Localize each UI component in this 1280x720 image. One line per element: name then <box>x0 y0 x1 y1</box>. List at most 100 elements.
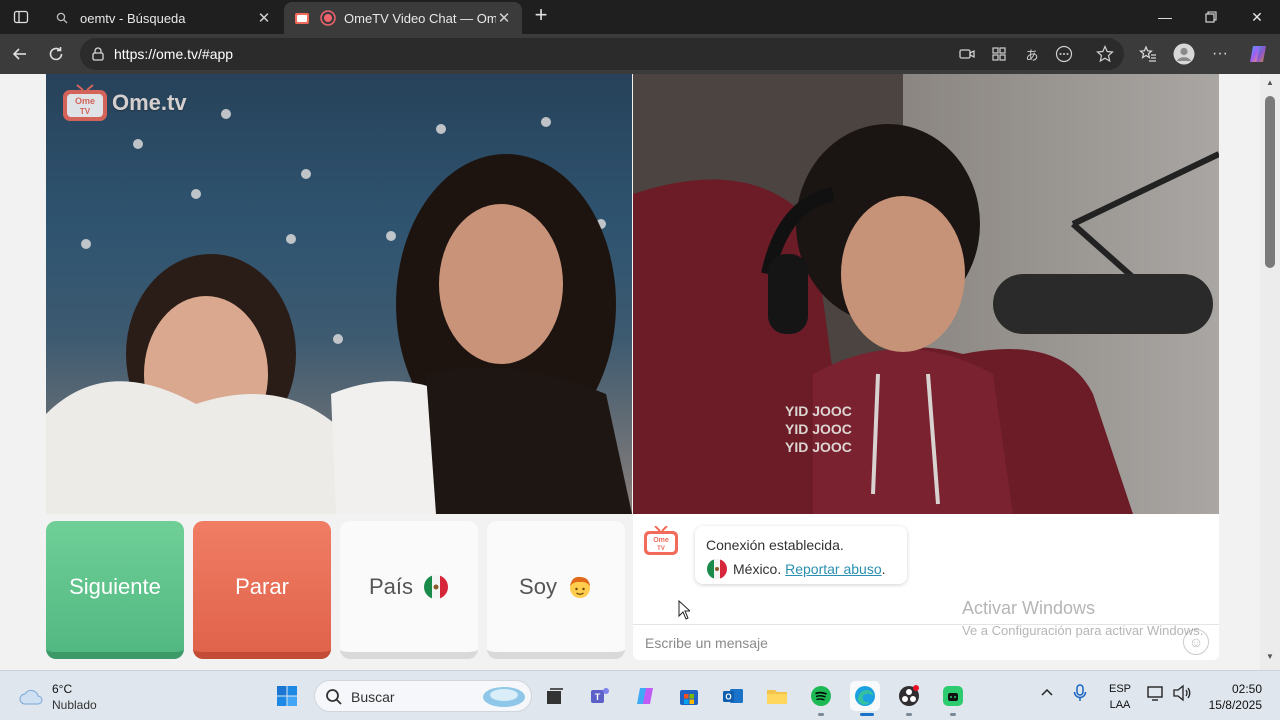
mexico-flag-icon <box>706 558 728 580</box>
ometv-wordmark: Ome.tv <box>112 90 187 115</box>
tab-title: OmeTV Video Chat — Omeg <box>344 10 496 26</box>
mexico-flag-icon <box>423 574 449 600</box>
task-view-icon[interactable] <box>540 681 570 711</box>
taskbar-search[interactable]: Buscar <box>314 680 532 712</box>
scroll-down-icon[interactable]: ▼ <box>1265 652 1275 661</box>
volume-icon[interactable] <box>1172 684 1192 705</box>
taskbar: 6°C Nublado Buscar T O ESP LAA 02:50 15/… <box>0 670 1280 720</box>
more-options-icon[interactable] <box>1055 45 1073 63</box>
microsoft-store-icon[interactable] <box>674 681 704 711</box>
system-message: Conexión establecida. México. Reportar a… <box>695 526 907 584</box>
tab-title: oemtv - Búsqueda <box>80 10 186 26</box>
gender-button[interactable]: Soy <box>487 521 625 659</box>
address-toolbar: https://ome.tv/#app あ ··· <box>0 34 1280 74</box>
back-icon[interactable] <box>6 40 34 68</box>
page-scrollbar[interactable]: ▲ ▼ <box>1260 74 1280 670</box>
ometv-chat-avatar-icon: Ome TV <box>643 525 679 561</box>
ometv-favicon <box>294 10 310 26</box>
report-abuse-link[interactable]: Reportar abuso <box>785 557 882 581</box>
recording-icon <box>320 10 336 26</box>
file-explorer-icon[interactable] <box>762 681 792 711</box>
close-tab-icon[interactable]: ✕ <box>256 9 272 27</box>
weather-temperature: 6°C <box>52 682 73 696</box>
tab-ometv[interactable]: OmeTV Video Chat — Omeg ✕ <box>284 2 522 34</box>
input-language[interactable]: ESP LAA <box>1106 681 1134 713</box>
weather-condition: Nublado <box>52 698 97 712</box>
country-button[interactable]: País <box>340 521 478 659</box>
gender-button-label: Soy <box>519 573 557 599</box>
language-code: ESP <box>1108 683 1131 695</box>
active-indicator <box>860 713 874 716</box>
apps-icon[interactable] <box>990 45 1008 63</box>
svg-text:YID JOOC: YID JOOC <box>785 439 852 455</box>
teams-icon[interactable]: T <box>585 681 615 711</box>
outlook-icon[interactable]: O <box>718 681 748 711</box>
ometv-logo-icon: Ome TV <box>63 84 107 121</box>
remote-video: YID JOOC YID JOOC YID JOOC <box>633 74 1219 514</box>
clock-date: 15/8/2025 <box>1208 698 1262 712</box>
next-button-label: Siguiente <box>69 573 161 599</box>
boy-emoji-icon <box>567 574 593 600</box>
settings-more-icon[interactable]: ··· <box>1208 42 1232 66</box>
network-icon[interactable] <box>1146 684 1166 705</box>
watermark-subtitle: Ve a Configuración para activar Windows. <box>962 623 1204 638</box>
obs-studio-icon[interactable] <box>894 681 924 711</box>
close-window-icon[interactable]: ✕ <box>1234 0 1280 34</box>
cloud-icon <box>19 689 43 705</box>
reload-icon[interactable] <box>42 40 70 68</box>
scrollbar-thumb[interactable] <box>1265 96 1275 268</box>
minimize-icon[interactable]: — <box>1142 0 1188 34</box>
show-hidden-icons-icon[interactable] <box>1040 685 1054 702</box>
new-tab-button[interactable]: + <box>530 4 552 28</box>
search-highlight-icon <box>483 687 525 707</box>
copilot-icon[interactable] <box>1246 42 1270 66</box>
address-bar[interactable]: https://ome.tv/#app あ <box>80 38 1124 70</box>
country-button-label: País <box>368 573 414 599</box>
url-text: https://ome.tv/#app <box>114 46 234 62</box>
search-icon <box>326 689 342 705</box>
favorites-icon[interactable] <box>1136 42 1160 66</box>
tab-strip: oemtv - Búsqueda ✕ OmeTV Video Chat — Om… <box>0 0 1280 34</box>
chat-panel: Ome TV Conexión establecida. México. Repo… <box>633 514 1219 660</box>
stop-button[interactable]: Parar <box>193 521 331 659</box>
spotify-icon[interactable] <box>806 681 836 711</box>
svg-text:O: O <box>725 693 731 702</box>
svg-text:YID JOOC: YID JOOC <box>785 421 852 437</box>
tab-search[interactable]: oemtv - Búsqueda ✕ <box>44 2 282 34</box>
running-indicator <box>818 713 824 716</box>
stop-button-label: Parar <box>235 573 289 599</box>
mouse-cursor-icon <box>678 600 690 620</box>
system-clock[interactable]: 02:50 15/8/2025 <box>1200 681 1262 713</box>
edge-browser-icon[interactable] <box>850 681 880 711</box>
running-indicator <box>906 713 912 716</box>
running-indicator <box>950 713 956 716</box>
weather-widget[interactable]: 6°C Nublado <box>18 681 97 713</box>
scroll-up-icon[interactable]: ▲ <box>1265 78 1275 87</box>
svg-text:T: T <box>595 692 601 702</box>
ometv-logo: Ome TV Ome.tv <box>62 84 187 122</box>
favorite-star-icon[interactable] <box>1096 45 1114 63</box>
clock-time: 02:50 <box>1231 682 1262 696</box>
copilot-app-icon[interactable] <box>630 681 660 711</box>
windows-start-icon[interactable] <box>272 681 302 711</box>
translate-icon[interactable]: あ <box>1023 45 1041 63</box>
next-button[interactable]: Siguiente <box>46 521 184 659</box>
restore-icon[interactable] <box>1188 0 1234 34</box>
svg-text:TV: TV <box>657 546 665 552</box>
remote-video-frame: YID JOOC YID JOOC YID JOOC <box>633 74 1219 514</box>
activate-windows-watermark: Activar Windows Ve a Configuración para … <box>962 598 1203 638</box>
connection-status: Conexión establecida. <box>706 537 844 553</box>
svg-text:Ome: Ome <box>75 96 95 106</box>
svg-text:TV: TV <box>80 107 91 116</box>
profile-avatar-icon[interactable] <box>1172 42 1196 66</box>
local-video: Ome TV Ome.tv <box>46 74 632 514</box>
search-icon <box>54 10 70 26</box>
message-placeholder: Escribe un mensaje <box>645 635 768 651</box>
close-tab-icon[interactable]: ✕ <box>496 9 512 27</box>
site-info-icon[interactable] <box>90 46 106 62</box>
camera-icon[interactable] <box>958 45 976 63</box>
app-icon-green[interactable] <box>938 681 968 711</box>
tab-actions-menu-icon[interactable] <box>8 4 34 30</box>
microphone-icon[interactable] <box>1072 683 1088 706</box>
search-label: Buscar <box>351 689 395 705</box>
